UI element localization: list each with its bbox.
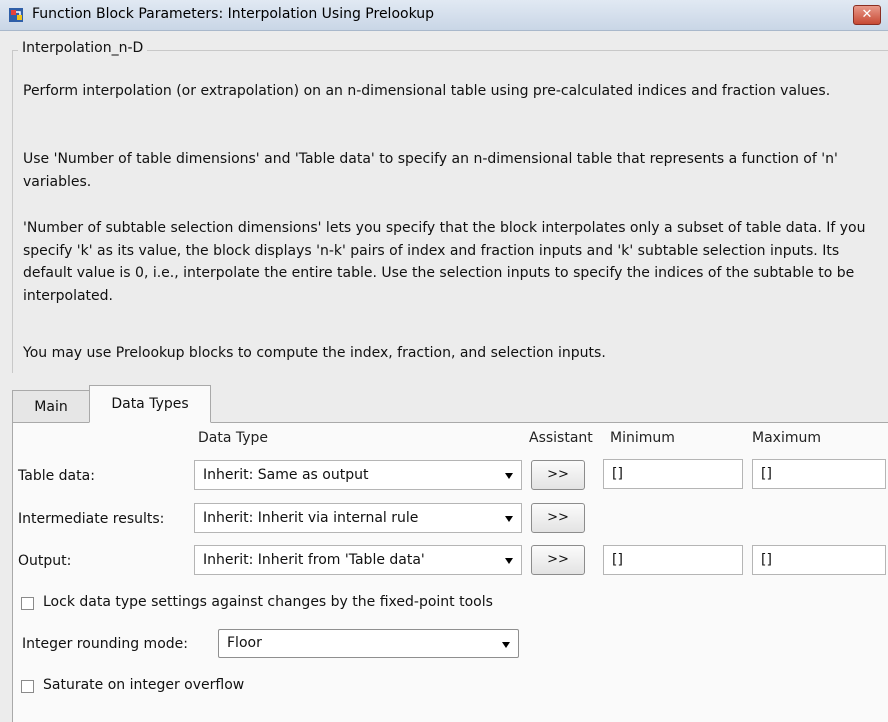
table-data-assistant-button[interactable]: >> [531,460,585,490]
output-assistant-button[interactable]: >> [531,545,585,575]
output-type-dropdown[interactable]: Inherit: Inherit from 'Table data' [194,545,522,575]
intermediate-results-type-dropdown[interactable]: Inherit: Inherit via internal rule [194,503,522,533]
rounding-mode-dropdown[interactable]: Floor [218,629,519,658]
chevron-down-icon [502,642,510,648]
output-minimum-field[interactable]: [] [603,545,743,575]
rounding-mode-label: Integer rounding mode: [22,636,188,652]
rounding-mode-value: Floor [227,635,262,651]
saturate-overflow-checkbox[interactable] [21,680,34,693]
lock-data-type-label: Lock data type settings against changes … [43,594,493,610]
close-icon: ✕ [861,7,873,22]
table-data-type-value: Inherit: Same as output [203,467,369,483]
saturate-overflow-label: Saturate on integer overflow [43,677,245,693]
chevron-down-icon [505,473,513,479]
output-label: Output: [18,553,72,569]
table-data-minimum-field[interactable]: [] [603,459,743,489]
intermediate-results-label: Intermediate results: [18,511,165,527]
chevron-down-icon [505,516,513,522]
tab-data-types[interactable]: Data Types [89,385,211,423]
description-paragraph: Use 'Number of table dimensions' and 'Ta… [23,151,838,190]
header-maximum: Maximum [752,430,821,446]
table-data-maximum-field[interactable]: [] [752,459,886,489]
output-type-value: Inherit: Inherit from 'Table data' [203,552,425,568]
window-title: Function Block Parameters: Interpolation… [32,6,435,22]
header-minimum: Minimum [610,430,675,446]
header-data-type: Data Type [198,430,269,446]
table-data-type-dropdown[interactable]: Inherit: Same as output [194,460,522,490]
lock-data-type-checkbox[interactable] [21,597,34,610]
title-bar: Function Block Parameters: Interpolation… [0,0,888,31]
description-paragraph: 'Number of subtable selection dimensions… [23,220,866,304]
output-maximum-field[interactable]: [] [752,545,886,575]
group-title: Interpolation_n-D [18,40,148,56]
tab-main[interactable]: Main [12,390,90,422]
chevron-down-icon [505,558,513,564]
description-paragraph: You may use Prelookup blocks to compute … [23,345,606,361]
intermediate-results-type-value: Inherit: Inherit via internal rule [203,510,419,526]
header-assistant: Assistant [529,430,593,446]
description-paragraph: Perform interpolation (or extrapolation)… [23,83,831,99]
close-button[interactable]: ✕ [853,5,881,25]
table-data-label: Table data: [18,468,95,484]
intermediate-results-assistant-button[interactable]: >> [531,503,585,533]
simulink-block-icon [9,8,23,22]
